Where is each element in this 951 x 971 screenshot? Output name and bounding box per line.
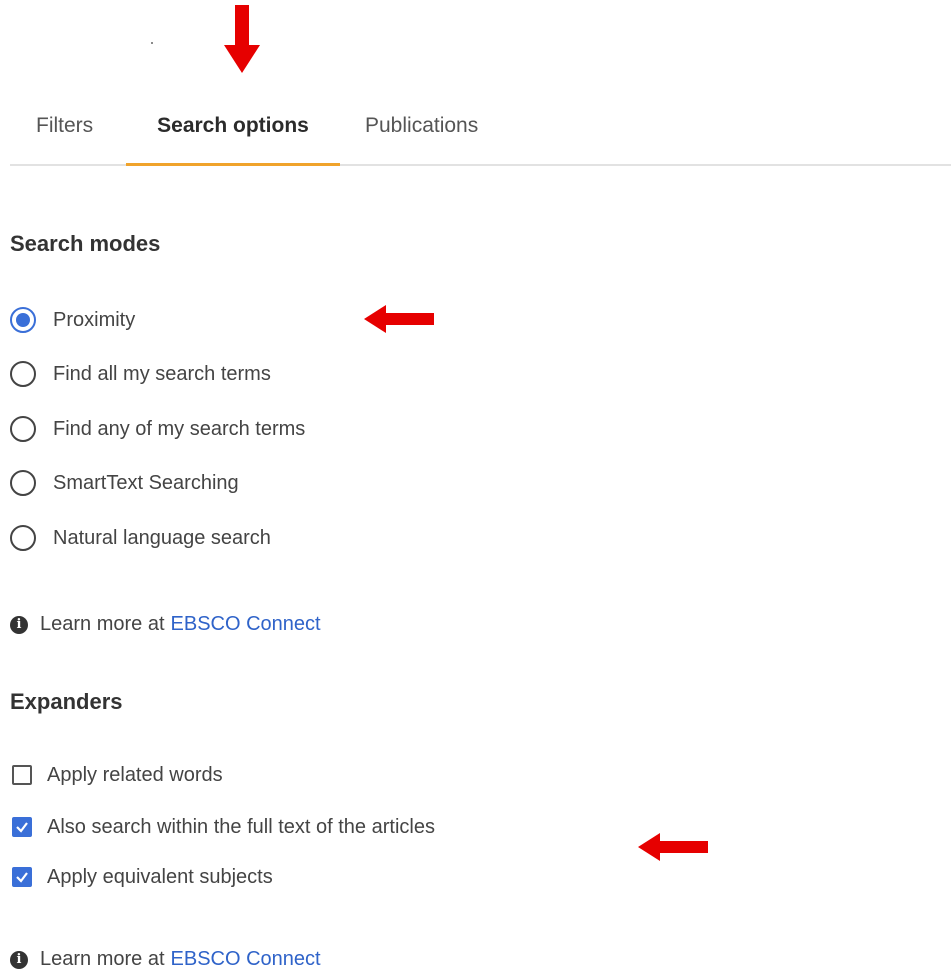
info-circle-icon: i: [10, 615, 28, 634]
checkbox-label: Apply equivalent subjects: [47, 865, 273, 888]
tab-search-options[interactable]: Search options: [126, 88, 340, 166]
radio-smarttext[interactable]: SmartText Searching: [10, 468, 239, 498]
learn-more-text: Learn more at: [40, 613, 165, 635]
checkbox-label: Apply related words: [47, 763, 223, 786]
stray-dot: [151, 42, 153, 44]
radio-label: Find any of my search terms: [53, 417, 306, 440]
search-modes-learn-more: i Learn more at EBSCO Connect: [10, 613, 321, 636]
checkbox-full-text[interactable]: Also search within the full text of the …: [12, 814, 435, 840]
checkbox-unchecked[interactable]: [12, 765, 32, 785]
red-arrow-left-icon: [364, 305, 434, 333]
tab-bar: Filters Search options Publications: [10, 88, 951, 166]
radio-button-checked[interactable]: [10, 307, 36, 333]
ebsco-connect-link[interactable]: EBSCO Connect: [171, 948, 321, 971]
red-arrow-down-icon: [224, 5, 260, 73]
radio-button[interactable]: [10, 470, 36, 496]
radio-label: Natural language search: [53, 526, 271, 549]
search-modes-heading: Search modes: [10, 231, 161, 256]
radio-natural-language[interactable]: Natural language search: [10, 523, 271, 553]
radio-proximity[interactable]: Proximity: [10, 305, 135, 335]
checkbox-label: Also search within the full text of the …: [47, 815, 435, 838]
radio-find-any-terms[interactable]: Find any of my search terms: [10, 414, 305, 444]
expanders-heading: Expanders: [10, 689, 123, 714]
checkbox-checked[interactable]: [12, 817, 32, 837]
checkmark-icon: [16, 822, 28, 833]
expanders-learn-more: i Learn more at EBSCO Connect: [10, 948, 321, 971]
learn-more-text: Learn more at: [40, 948, 165, 970]
radio-label: SmartText Searching: [53, 471, 239, 494]
checkmark-icon: [16, 872, 28, 883]
radio-find-all-terms[interactable]: Find all my search terms: [10, 359, 271, 389]
tab-search-options-label: Search options: [157, 114, 309, 137]
tab-filters[interactable]: Filters: [10, 88, 126, 164]
tab-publications-label: Publications: [365, 114, 479, 137]
radio-button[interactable]: [10, 525, 36, 551]
ebsco-connect-link[interactable]: EBSCO Connect: [171, 613, 321, 636]
search-options-panel: Filters Search options Publications Sear…: [0, 0, 951, 971]
tab-filters-label: Filters: [36, 114, 94, 137]
checkbox-equivalent-subjects[interactable]: Apply equivalent subjects: [12, 864, 273, 890]
checkbox-related-words[interactable]: Apply related words: [12, 762, 223, 788]
red-arrow-left-icon: [638, 833, 708, 861]
radio-label: Find all my search terms: [53, 362, 271, 385]
radio-label: Proximity: [53, 308, 136, 331]
checkbox-checked[interactable]: [12, 867, 32, 887]
radio-button[interactable]: [10, 416, 36, 442]
radio-button[interactable]: [10, 361, 36, 387]
tab-publications[interactable]: Publications: [340, 88, 530, 164]
info-circle-icon: i: [10, 950, 28, 969]
